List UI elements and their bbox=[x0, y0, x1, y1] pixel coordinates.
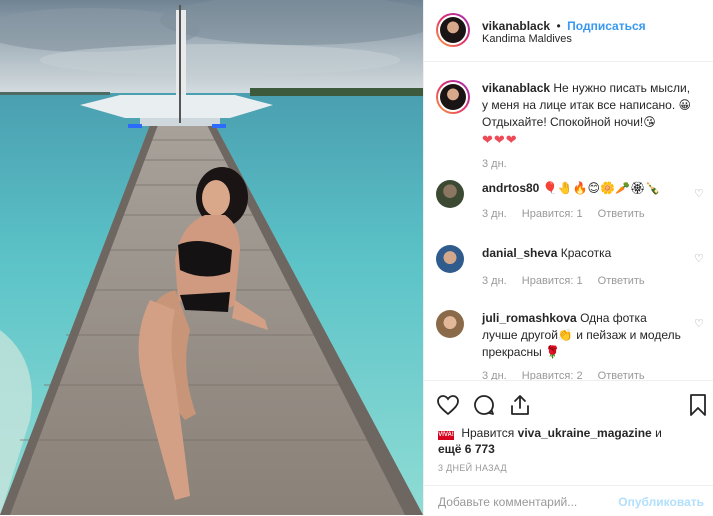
comment-likes[interactable]: Нравится: 2 bbox=[522, 370, 583, 380]
share-icon[interactable] bbox=[508, 393, 532, 417]
likes-summary: VIVA! Нравится viva_ukraine_magazine и е… bbox=[438, 425, 678, 457]
caption-username[interactable]: vikanablack bbox=[482, 81, 550, 95]
commenter-avatar[interactable] bbox=[436, 245, 464, 273]
comment-time[interactable]: 3 дн. bbox=[482, 275, 507, 287]
liker-avatar[interactable]: VIVA! bbox=[438, 431, 454, 440]
add-comment-bar: Опубликовать bbox=[424, 485, 713, 516]
post-location[interactable]: Kandima Maldives bbox=[482, 33, 572, 45]
post-header: vikanablack • Подписаться Kandima Maldiv… bbox=[424, 0, 713, 62]
comment-icon[interactable] bbox=[472, 393, 496, 417]
caption-avatar[interactable] bbox=[436, 80, 470, 114]
caption-time[interactable]: 3 дн. bbox=[482, 158, 507, 170]
comment-item: andrtos80 🎈🤚🔥😊🌼🥕🏵🍾 3 дн. Нравится: 1 Отв… bbox=[436, 180, 706, 235]
reply-button[interactable]: Ответить bbox=[598, 275, 645, 287]
comment-item: danial_sheva Красотка 3 дн. Нравится: 1 … bbox=[436, 245, 706, 300]
comment-time[interactable]: 3 дн. bbox=[482, 370, 507, 380]
header-separator: • bbox=[556, 19, 561, 33]
comment-time[interactable]: 3 дн. bbox=[482, 208, 507, 220]
comments-list[interactable]: vikanablack Не нужно писать мысли, у мен… bbox=[424, 62, 713, 380]
comment-like-icon[interactable]: ♡ bbox=[694, 188, 706, 200]
caption: vikanablack Не нужно писать мысли, у мен… bbox=[436, 80, 706, 180]
post-side-panel: vikanablack • Подписаться Kandima Maldiv… bbox=[423, 0, 713, 515]
comment-item: juli_romashkova Одна фотка лучше другой👏… bbox=[436, 310, 706, 380]
comment-like-icon[interactable]: ♡ bbox=[694, 318, 706, 330]
comment-username[interactable]: andrtos80 bbox=[482, 181, 539, 195]
reply-button[interactable]: Ответить bbox=[598, 370, 645, 380]
comment-like-icon[interactable]: ♡ bbox=[694, 253, 706, 265]
heart-icon[interactable] bbox=[436, 393, 460, 417]
comment-likes[interactable]: Нравится: 1 bbox=[522, 275, 583, 287]
author-avatar[interactable] bbox=[436, 13, 470, 47]
likes-conj: и bbox=[655, 426, 662, 440]
post-actions: VIVA! Нравится viva_ukraine_magazine и е… bbox=[424, 380, 713, 515]
post-date[interactable]: 3 ДНЕЙ НАЗАД bbox=[438, 463, 507, 473]
commenter-avatar[interactable] bbox=[436, 310, 464, 338]
likes-prefix: Нравится bbox=[461, 426, 515, 440]
liker-username[interactable]: viva_ukraine_magazine bbox=[518, 426, 652, 440]
comment-input[interactable] bbox=[438, 495, 608, 509]
comment-username[interactable]: juli_romashkova bbox=[482, 311, 577, 325]
comment-likes[interactable]: Нравится: 1 bbox=[522, 208, 583, 220]
comment-text: 🎈🤚🔥😊🌼🥕🏵🍾 bbox=[542, 181, 661, 195]
comment-username[interactable]: danial_sheva bbox=[482, 246, 557, 260]
caption-hearts: ❤❤❤ bbox=[482, 132, 518, 147]
follow-button[interactable]: Подписаться bbox=[567, 19, 645, 33]
author-username[interactable]: vikanablack bbox=[482, 19, 550, 33]
bookmark-icon[interactable] bbox=[686, 393, 710, 417]
publish-button[interactable]: Опубликовать bbox=[618, 495, 704, 509]
photo-scene bbox=[0, 0, 423, 515]
commenter-avatar[interactable] bbox=[436, 180, 464, 208]
post-photo[interactable] bbox=[0, 0, 423, 515]
reply-button[interactable]: Ответить bbox=[598, 208, 645, 220]
comment-text: Красотка bbox=[560, 246, 612, 260]
likes-count[interactable]: ещё 6 773 bbox=[438, 442, 495, 456]
